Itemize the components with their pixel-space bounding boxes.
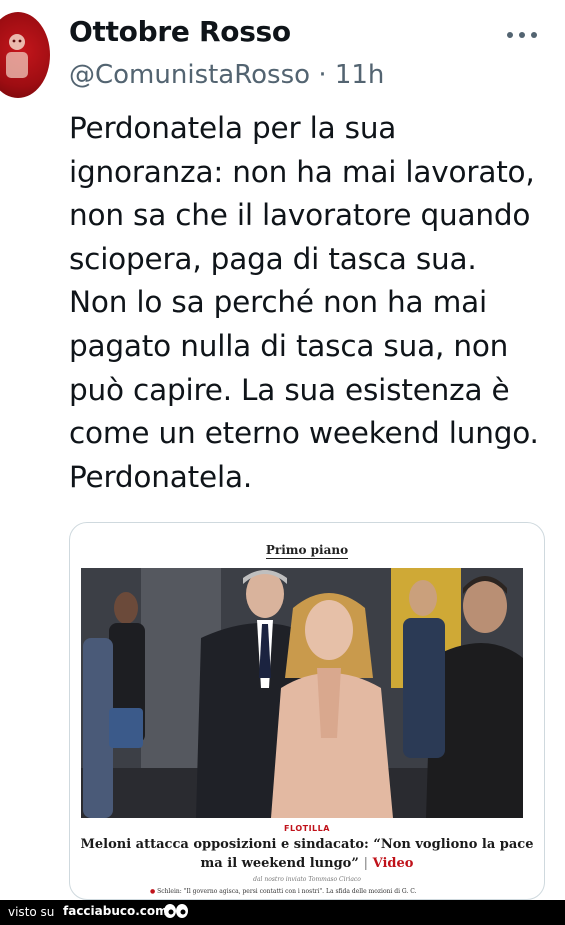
author-meta: @ComunistaRosso · 11h [69, 60, 384, 90]
card-kicker: Primo piano [265, 543, 349, 559]
tweet-line: può capire. La sua esistenza è [69, 372, 510, 407]
eyes-icon [164, 904, 188, 918]
tweet-line: sciopera, paga di tasca sua. [69, 241, 477, 276]
card-related[interactable]: ● Schlein: "Il governo agisca, persi con… [150, 888, 534, 895]
avatar-figure-icon [6, 34, 28, 78]
tweet-text: Perdonatela per la sua ignoranza: non ha… [69, 107, 549, 499]
tweet-line: pagato nulla di tasca sua, non [69, 328, 509, 363]
video-link[interactable]: Video [373, 856, 414, 871]
tweet-line: Non lo sa perché non ha mai [69, 285, 488, 320]
card-headline[interactable]: Meloni attacca opposizioni e sindacato: … [78, 835, 536, 873]
watermark-footer: visto su facciabuco.com [0, 900, 565, 925]
footer-label: visto su [8, 905, 55, 919]
related-text: Schlein: "Il governo agisca, persi conta… [157, 888, 417, 895]
tweet-line: non sa che il lavoratore quando [69, 198, 531, 233]
post-time[interactable]: 11h [335, 60, 385, 90]
author-handle[interactable]: @ComunistaRosso [69, 60, 310, 90]
tweet-line: come un eterno weekend lungo. [69, 416, 539, 451]
headline-separator: | [363, 856, 369, 871]
tweet-line: Perdonatela per la sua [69, 111, 397, 145]
media-card[interactable]: Primo piano FLOTILLA Meloni attacca oppo… [69, 522, 545, 900]
tweet-line: Perdonatela. [69, 459, 253, 494]
more-horizontal-icon[interactable] [505, 30, 539, 40]
card-author: dal nostro inviato Tommaso Ciriaco [253, 876, 361, 883]
news-photo[interactable] [81, 568, 523, 818]
footer-site[interactable]: facciabuco.com [63, 904, 168, 918]
author-name[interactable]: Ottobre Rosso [69, 15, 291, 48]
bullet-icon: ● [150, 888, 156, 895]
card-tag: FLOTILLA [284, 824, 330, 833]
meta-separator: · [318, 60, 327, 90]
photo-illustration [81, 568, 523, 818]
tweet-line: ignoranza: non ha mai lavorato, [69, 154, 535, 189]
avatar[interactable] [0, 12, 50, 98]
headline-text: Meloni attacca opposizioni e sindacato: … [80, 837, 534, 871]
